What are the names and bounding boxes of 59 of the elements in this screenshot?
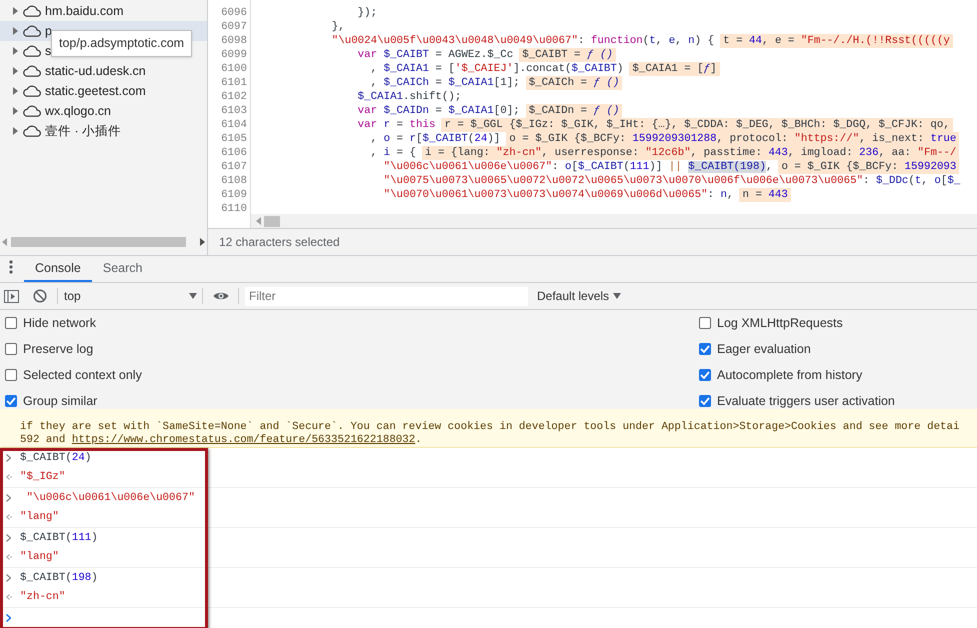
inline-value-hint: $_CAIBT = ƒ () — [519, 48, 616, 62]
checkbox-label: Evaluate triggers user activation — [717, 392, 895, 409]
line-number: 6107 — [220, 160, 247, 174]
line-number: 6110 — [220, 202, 247, 216]
result-text: "lang" — [20, 510, 59, 526]
checkbox-label: Log XMLHttpRequests — [717, 314, 843, 332]
code-line: "\u0024\u005f\u0043\u0048\u0049\u0067": function(t, e, n) { — [330, 34, 714, 48]
line-number: 6108 — [220, 174, 247, 188]
warning-text: if they are set with `SameSite=None` and `Secure`. You can review cookies in developer tools under Application>Storage>Cookies and see more detai — [20, 421, 960, 434]
result-text: "lang" — [20, 550, 59, 566]
line-number: 6098 — [220, 34, 247, 48]
code-line: $_CAIA1.shift(); — [356, 90, 462, 104]
code-line: var $_CAIBT = AGWEz.$_Cc — [356, 48, 514, 62]
inline-value-hint: $_CAICh = ƒ () — [526, 76, 622, 90]
inline-value-hint: t = 44, e = "Fm--/./H.(!!Rsst(((((y — [720, 34, 953, 48]
code-line: var r = this — [356, 118, 436, 132]
line-number: 6100 — [220, 62, 247, 76]
code-line: "\u0070\u0061\u0073\u0073\u0074\u0069\u006d\u0065": n, — [382, 188, 734, 202]
inline-value-hint: o = $_GIK {$_BCFy: 1599209301288, protocol: "https://", is_next: true — [506, 132, 960, 146]
line-number: 6097 — [220, 20, 247, 34]
line-number: 6103 — [220, 104, 247, 118]
code-line: }, — [330, 20, 345, 34]
checkbox-label: Eager evaluation — [717, 340, 811, 358]
code-line: , o = r[$_CAIBT(24)] — [370, 132, 500, 146]
line-number: 6102 — [220, 90, 247, 104]
checkbox-label: Autocomplete from history — [717, 366, 862, 384]
warning-text: 592 and https://www.chromestatus.com/feature/5633521622188032. — [20, 434, 422, 447]
code-line: }); — [356, 6, 378, 20]
line-number: 6104 — [220, 118, 247, 132]
checkbox-label: Hide network — [23, 314, 96, 332]
command-text: $_CAIBT(111) — [20, 530, 98, 546]
selection-status: 12 characters selected — [219, 234, 340, 251]
line-number: 6096 — [220, 6, 247, 20]
line-number: 6109 — [220, 188, 247, 202]
inline-value-hint: i = {lang: "zh-cn", userresponse: "12c6b", passtime: 443, imgload: 236, aa: "Fm--/ — [422, 146, 960, 160]
result-text: "zh-cn" — [20, 590, 66, 606]
checkbox-label: Selected context only — [23, 366, 142, 384]
inline-value-hint: $_CAIDn = ƒ () — [526, 104, 622, 118]
checkbox-label: Group similar — [23, 392, 98, 409]
command-text: $_CAIBT(24) — [20, 450, 92, 466]
line-number: 6106 — [220, 146, 247, 160]
code-line: , i = { — [370, 146, 416, 160]
tooltip: top/p.adsymptotic.com — [51, 30, 192, 57]
code-line: "\u0075\u0073\u0065\u0072\u0072\u0065\u0073\u0070\u006f\u006e\u0073\u0065": $_DDc(t, o[$_ — [382, 174, 960, 188]
inline-value-hint: o = $_GIK {$_BCFy: 15992093 — [778, 160, 960, 174]
code-line: "\u006c\u0061\u006e\u0067": o[$_CAIBT(111)] || $_CAIBT(198), — [382, 160, 772, 174]
inline-value-hint: $_CAIA1 = [ƒ] — [629, 62, 720, 76]
line-number: 6099 — [220, 48, 247, 62]
code-line: , $_CAICh = $_CAIA1[1]; — [370, 76, 520, 90]
result-text: "$_IGz" — [20, 470, 66, 486]
line-number: 6105 — [220, 132, 247, 146]
code-line: , $_CAIA1 = ['$_CAIEJ'].concat($_CAIBT) — [370, 62, 624, 76]
code-line: var $_CAIDn = $_CAIA1[0]; — [356, 104, 520, 118]
line-number: 6101 — [220, 76, 247, 90]
command-text: $_CAIBT(198) — [20, 570, 98, 586]
inline-value-hint: n = 443 — [739, 188, 791, 202]
command-text: "\u006c\u0061\u006e\u0067" — [25, 490, 195, 506]
checkbox-label: Preserve log — [23, 340, 94, 358]
inline-value-hint: r = $_GGL {$_IGz: $_GIK, $_IHt: {…}, $_CDDA: $_DEG, $_BHCh: $_DGQ, $_CFJK: qo, — [441, 118, 953, 132]
